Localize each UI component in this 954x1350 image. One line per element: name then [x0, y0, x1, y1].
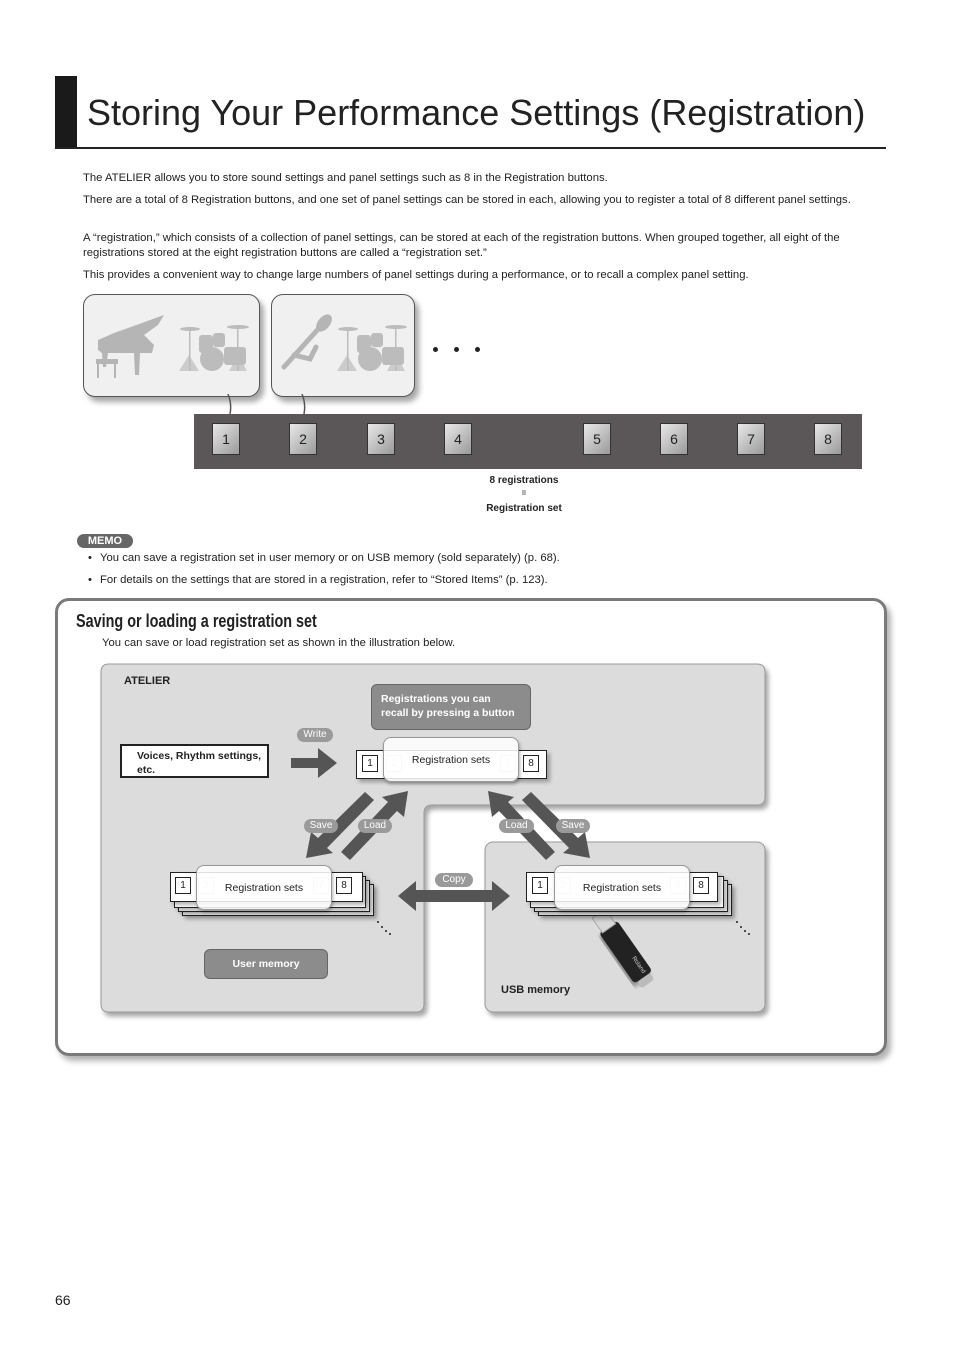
atelier-label: ATELIER — [124, 675, 171, 687]
load-label: Load — [358, 819, 392, 833]
recall-registrations-box: Registrations you can recall by pressing… — [371, 684, 531, 730]
page-number: 66 — [55, 1292, 71, 1308]
reg-cell-1: 1 — [362, 755, 378, 772]
write-label: Write — [297, 728, 333, 742]
usb-memory-label: USB memory — [501, 984, 571, 996]
reg-cell-8: 8 — [693, 877, 709, 894]
reg-cell-8: 8 — [523, 755, 539, 772]
user-memory-label: User memory — [204, 949, 328, 979]
registration-sets-label: Registration sets — [196, 865, 332, 910]
reg-cell-1: 1 — [532, 877, 548, 894]
load-label: Load — [499, 819, 534, 833]
manual-page: Storing Your Performance Settings (Regis… — [0, 0, 954, 1350]
save-label: Save — [304, 819, 338, 833]
reg-cell-1: 1 — [175, 877, 191, 894]
registration-sets-label: Registration sets — [383, 737, 519, 782]
copy-label: Copy — [435, 873, 473, 887]
save-label: Save — [556, 819, 590, 833]
voices-rhythm-box: Voices, Rhythm settings, etc. — [120, 744, 269, 778]
registration-sets-label: Registration sets — [554, 865, 690, 910]
reg-cell-8: 8 — [336, 877, 352, 894]
